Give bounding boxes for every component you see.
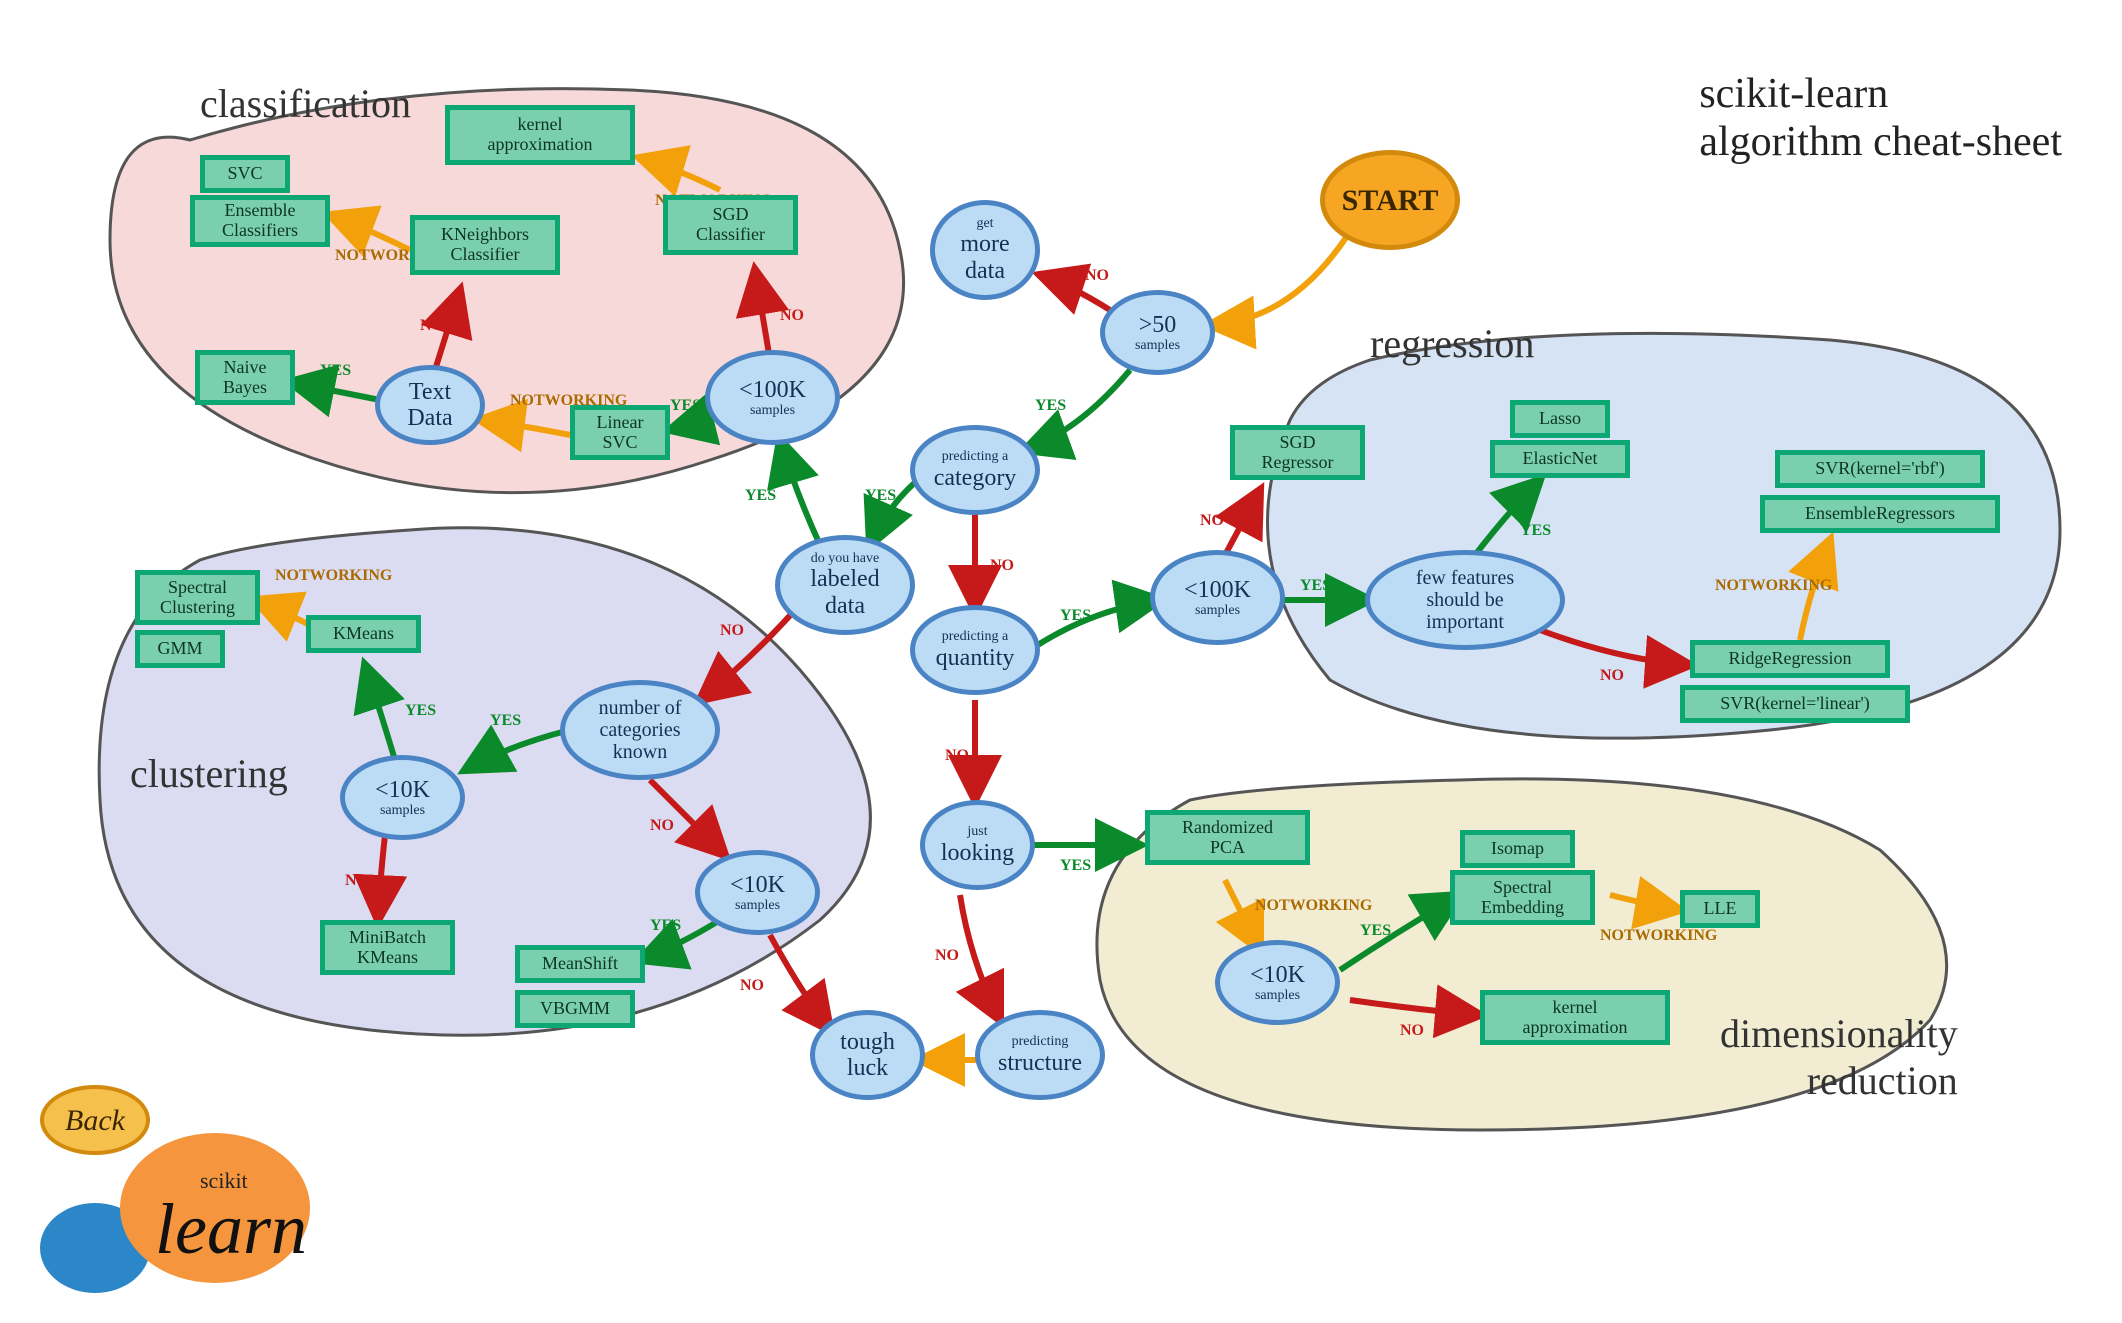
randomized-pca-algo[interactable]: RandomizedPCA bbox=[1145, 810, 1310, 865]
svg-text:NO: NO bbox=[650, 817, 674, 834]
predicting-quantity-node[interactable]: predicting aquantity bbox=[910, 605, 1040, 695]
svg-text:NO: NO bbox=[990, 557, 1014, 574]
scikit-learn-logo: scikit learn bbox=[25, 1078, 375, 1298]
svg-text:YES: YES bbox=[865, 487, 896, 504]
svc-algo[interactable]: SVC bbox=[200, 155, 290, 193]
spectral-clustering-algo[interactable]: SpectralClustering bbox=[135, 570, 260, 625]
num-categories-known-node[interactable]: number ofcategoriesknown bbox=[560, 680, 720, 780]
kernel-approximation-dr-algo[interactable]: kernelapproximation bbox=[1480, 990, 1670, 1045]
spectral-embedding-algo[interactable]: SpectralEmbedding bbox=[1450, 870, 1595, 925]
svg-text:YES: YES bbox=[320, 362, 351, 379]
lt10k-clustering-b-node[interactable]: <10Ksamples bbox=[695, 850, 820, 935]
svg-text:NO: NO bbox=[945, 747, 969, 764]
svg-text:YES: YES bbox=[1360, 922, 1391, 939]
svg-text:NO: NO bbox=[420, 317, 444, 334]
svg-text:NOTWORKING: NOTWORKING bbox=[275, 567, 393, 584]
svg-text:NO: NO bbox=[1600, 667, 1624, 684]
lle-algo[interactable]: LLE bbox=[1680, 890, 1760, 928]
predicting-structure-node[interactable]: predictingstructure bbox=[975, 1010, 1105, 1100]
lt10k-dimred-node[interactable]: <10Ksamples bbox=[1215, 940, 1340, 1025]
ridge-regression-algo[interactable]: RidgeRegression bbox=[1690, 640, 1890, 678]
lt10k-clustering-a-node[interactable]: <10Ksamples bbox=[340, 755, 465, 840]
svg-text:NO: NO bbox=[740, 977, 764, 994]
svg-text:YES: YES bbox=[1060, 857, 1091, 874]
svg-text:YES: YES bbox=[670, 397, 701, 414]
svg-text:YES: YES bbox=[490, 712, 521, 729]
svg-text:NO: NO bbox=[1400, 1022, 1424, 1039]
lasso-algo[interactable]: Lasso bbox=[1510, 400, 1610, 438]
ensemble-regressors-algo[interactable]: EnsembleRegressors bbox=[1760, 495, 2000, 533]
sgd-classifier-algo[interactable]: SGDClassifier bbox=[663, 195, 798, 255]
svg-text:NO: NO bbox=[345, 872, 369, 889]
svg-text:YES: YES bbox=[745, 487, 776, 504]
svg-text:YES: YES bbox=[1520, 522, 1551, 539]
svr-linear-algo[interactable]: SVR(kernel='linear') bbox=[1680, 685, 1910, 723]
gmm-algo[interactable]: GMM bbox=[135, 630, 225, 668]
svg-text:NOTWORKING: NOTWORKING bbox=[1715, 577, 1833, 594]
svg-text:NO: NO bbox=[1085, 267, 1109, 284]
svg-text:learn: learn bbox=[155, 1189, 307, 1269]
lt100k-classification-node[interactable]: <100Ksamples bbox=[705, 350, 840, 445]
clustering-heading: clustering bbox=[130, 750, 288, 797]
kmeans-algo[interactable]: KMeans bbox=[306, 615, 421, 653]
page-title: scikit-learnalgorithm cheat-sheet bbox=[1699, 70, 2062, 167]
kneighbors-classifier-algo[interactable]: KNeighborsClassifier bbox=[410, 215, 560, 275]
svg-text:NO: NO bbox=[720, 622, 744, 639]
minibatch-kmeans-algo[interactable]: MiniBatchKMeans bbox=[320, 920, 455, 975]
ensemble-classifiers-algo[interactable]: EnsembleClassifiers bbox=[190, 195, 330, 247]
text-data-node[interactable]: TextData bbox=[375, 365, 485, 445]
regression-heading: regression bbox=[1370, 320, 1534, 367]
svg-text:YES: YES bbox=[1300, 577, 1331, 594]
gt50-samples-node[interactable]: >50samples bbox=[1100, 290, 1215, 375]
svg-text:NOTWORKING: NOTWORKING bbox=[1600, 927, 1718, 944]
svg-text:NOTWORKING: NOTWORKING bbox=[1255, 897, 1373, 914]
naive-bayes-algo[interactable]: NaiveBayes bbox=[195, 350, 295, 405]
more-data-node[interactable]: getmoredata bbox=[930, 200, 1040, 300]
tough-luck-node[interactable]: toughluck bbox=[810, 1010, 925, 1100]
svg-text:YES: YES bbox=[1035, 397, 1066, 414]
dimred-heading: dimensionalityreduction bbox=[1720, 1010, 1958, 1104]
vbgmm-algo[interactable]: VBGMM bbox=[515, 990, 635, 1028]
linear-svc-algo[interactable]: LinearSVC bbox=[570, 405, 670, 460]
sgd-regressor-algo[interactable]: SGDRegressor bbox=[1230, 425, 1365, 480]
svg-text:YES: YES bbox=[1060, 607, 1091, 624]
isomap-algo[interactable]: Isomap bbox=[1460, 830, 1575, 868]
predicting-category-node[interactable]: predicting acategory bbox=[910, 425, 1040, 515]
start-node[interactable]: START bbox=[1320, 150, 1460, 250]
svg-text:NO: NO bbox=[935, 947, 959, 964]
labeled-data-node[interactable]: do you havelabeleddata bbox=[775, 535, 915, 635]
classification-heading: classification bbox=[200, 80, 411, 127]
svg-text:YES: YES bbox=[650, 917, 681, 934]
svg-text:NO: NO bbox=[780, 307, 804, 324]
few-features-node[interactable]: few featuresshould beimportant bbox=[1365, 550, 1565, 650]
meanshift-algo[interactable]: MeanShift bbox=[515, 945, 645, 983]
elasticnet-algo[interactable]: ElasticNet bbox=[1490, 440, 1630, 478]
kernel-approximation-algo[interactable]: kernelapproximation bbox=[445, 105, 635, 165]
svg-text:NO: NO bbox=[1200, 512, 1224, 529]
just-looking-node[interactable]: justlooking bbox=[920, 800, 1035, 890]
svg-text:YES: YES bbox=[405, 702, 436, 719]
svr-rbf-algo[interactable]: SVR(kernel='rbf') bbox=[1775, 450, 1985, 488]
lt100k-regression-node[interactable]: <100Ksamples bbox=[1150, 550, 1285, 645]
